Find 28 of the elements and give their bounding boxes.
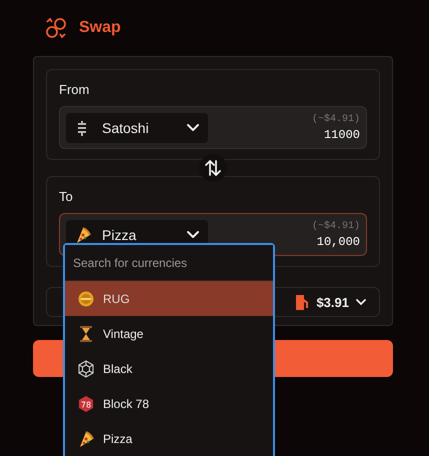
chevron-down-icon: [186, 229, 200, 240]
fuel-pump-icon: [294, 293, 310, 311]
currency-option[interactable]: Pizza: [65, 421, 273, 456]
badge-icon: 78: [77, 394, 95, 412]
fee-selector[interactable]: $3.91: [294, 293, 367, 311]
pizza-slice-icon: [74, 226, 92, 244]
page-title: Swap: [79, 19, 121, 37]
hexagon-gem-icon: [77, 360, 95, 378]
swap-icon: [45, 17, 67, 39]
amount-field[interactable]: Satoshi (~$4.91) 11000: [59, 106, 367, 149]
swap-arrows-icon: [204, 159, 222, 177]
usd-estimate: (~$4.91): [312, 220, 360, 232]
chevron-down-icon: [186, 122, 200, 133]
usd-estimate: (~$4.91): [312, 114, 360, 124]
field-label: From: [59, 82, 90, 97]
currency-option[interactable]: Vintage: [65, 316, 273, 351]
hourglass-icon: [77, 324, 95, 342]
currency-option[interactable]: RUG: [65, 281, 273, 316]
amount-value: 11000: [324, 128, 360, 142]
currency-option[interactable]: Black: [65, 351, 273, 386]
currency-select[interactable]: Satoshi: [66, 112, 208, 142]
amount-value: 10,000: [316, 234, 360, 248]
coin-icon: [77, 290, 95, 308]
currency-option[interactable]: 78 Block 78: [65, 386, 273, 421]
search-field[interactable]: Search for currencies: [65, 245, 273, 281]
pizza-slice-icon: [77, 430, 95, 448]
field-label: To: [59, 189, 73, 204]
chevron-down-icon: [355, 297, 367, 307]
